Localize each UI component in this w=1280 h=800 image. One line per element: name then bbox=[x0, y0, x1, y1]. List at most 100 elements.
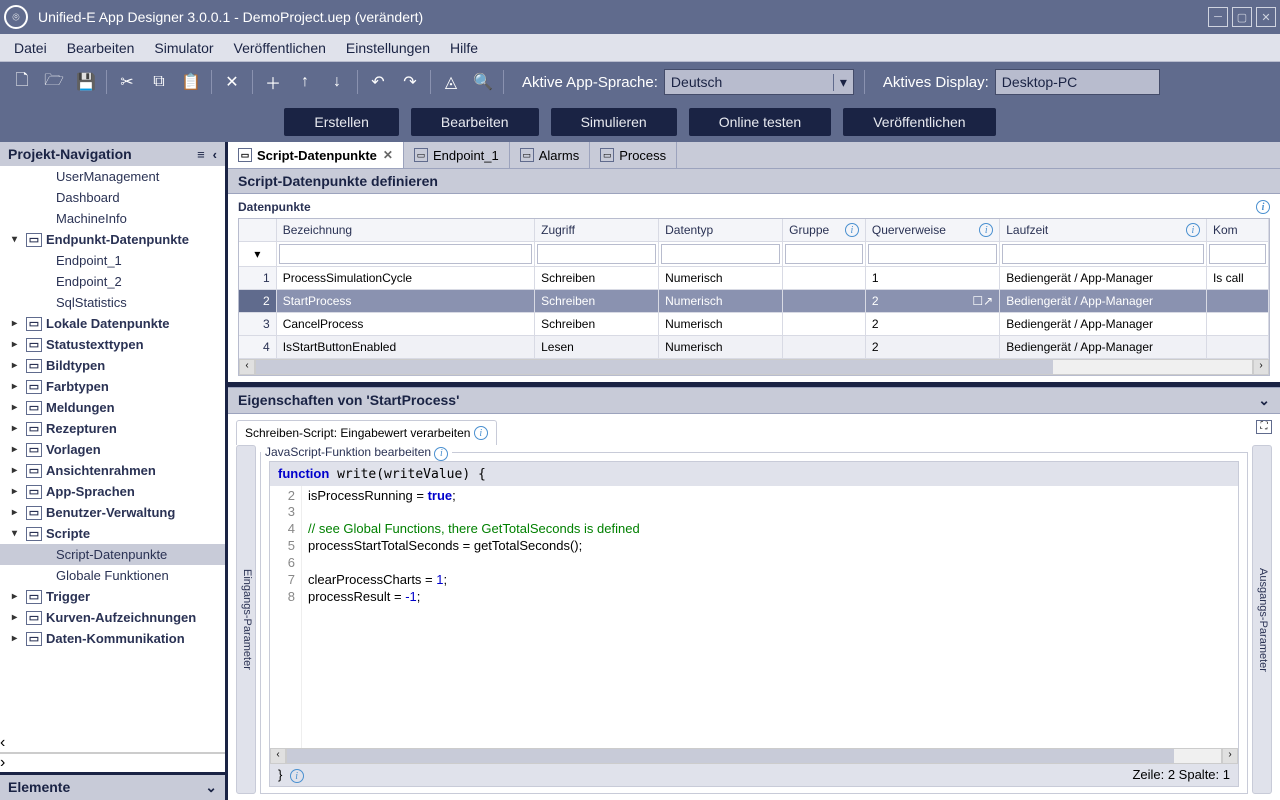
nav-list-icon[interactable]: ≡ bbox=[197, 147, 205, 162]
cursor-status: Zeile: 2 Spalte: 1 bbox=[1132, 767, 1230, 784]
code-editor[interactable]: function write(writeValue) { 2345678 isP… bbox=[269, 461, 1239, 788]
nav-item[interactable]: ▸▭Lokale Datenpunkte bbox=[0, 313, 225, 334]
table-row[interactable]: 1ProcessSimulationCycleSchreibenNumerisc… bbox=[239, 267, 1269, 290]
nav-tree[interactable]: UserManagementDashboardMachineInfo▾▭Endp… bbox=[0, 166, 225, 734]
editor-legend: JavaScript-Funktion bearbeiten bbox=[265, 445, 431, 459]
new-file-icon[interactable]: 🗋 bbox=[6, 67, 38, 97]
nav-item[interactable]: Globale Funktionen bbox=[0, 565, 225, 586]
nav-item[interactable]: Endpoint_1 bbox=[0, 250, 225, 271]
info-icon[interactable]: i bbox=[434, 447, 448, 461]
chevron-down-icon[interactable]: ⌄ bbox=[1258, 392, 1270, 409]
menu-einstellungen[interactable]: Einstellungen bbox=[336, 36, 440, 60]
grid-scrollbar[interactable]: ‹› bbox=[239, 359, 1269, 375]
close-button[interactable]: ✕ bbox=[1256, 7, 1276, 27]
nav-item[interactable]: ▸▭Benutzer-Verwaltung bbox=[0, 502, 225, 523]
create-button[interactable]: Erstellen bbox=[284, 108, 398, 136]
filter-input[interactable] bbox=[1002, 244, 1204, 264]
nav-item[interactable]: ▸▭Farbtypen bbox=[0, 376, 225, 397]
nav-item[interactable]: ▸▭Rezepturen bbox=[0, 418, 225, 439]
filter-input[interactable] bbox=[868, 244, 997, 264]
expand-icon[interactable]: ⛶ bbox=[1256, 420, 1272, 434]
content-area: ▭Script-Datenpunkte✕▭Endpoint_1▭Alarms▭P… bbox=[228, 142, 1280, 800]
nav-item[interactable]: Dashboard bbox=[0, 187, 225, 208]
tab-process[interactable]: ▭Process bbox=[590, 142, 677, 168]
publish-button[interactable]: Veröffentlichen bbox=[843, 108, 995, 136]
table-row[interactable]: 3CancelProcessSchreibenNumerisch2Bedieng… bbox=[239, 313, 1269, 336]
nav-item[interactable]: ▸▭App-Sprachen bbox=[0, 481, 225, 502]
minimize-button[interactable]: ─ bbox=[1208, 7, 1228, 27]
nav-item[interactable]: ▸▭Ansichtenrahmen bbox=[0, 460, 225, 481]
nav-item[interactable]: ▾▭Endpunkt-Datenpunkte bbox=[0, 229, 225, 250]
language-select[interactable]: Deutsch▾ bbox=[664, 69, 854, 95]
table-row[interactable]: 2StartProcessSchreibenNumerisch2 ☐↗Bedie… bbox=[239, 290, 1269, 313]
copy-icon[interactable]: ⧉ bbox=[143, 67, 175, 97]
nav-item[interactable]: ▸▭Statustexttypen bbox=[0, 334, 225, 355]
simulate-button[interactable]: Simulieren bbox=[551, 108, 677, 136]
maximize-button[interactable]: ▢ bbox=[1232, 7, 1252, 27]
filter-input[interactable] bbox=[785, 244, 863, 264]
online-test-button[interactable]: Online testen bbox=[689, 108, 832, 136]
panel-title: Script-Datenpunkte definieren bbox=[228, 168, 1280, 194]
nav-item[interactable]: UserManagement bbox=[0, 166, 225, 187]
tab-endpoint-1[interactable]: ▭Endpoint_1 bbox=[404, 142, 510, 168]
editor-scrollbar[interactable]: ‹› bbox=[270, 748, 1238, 764]
search-icon[interactable]: 🔍 bbox=[467, 67, 499, 97]
nav-item[interactable]: ▸▭Meldungen bbox=[0, 397, 225, 418]
nav-scrollbar[interactable]: ‹› bbox=[0, 734, 225, 772]
title-bar: ⌾ Unified-E App Designer 3.0.0.1 - DemoP… bbox=[0, 0, 1280, 34]
menu-hilfe[interactable]: Hilfe bbox=[440, 36, 488, 60]
datapoints-label: Datenpunkte bbox=[238, 200, 311, 214]
nav-item[interactable]: ▸▭Vorlagen bbox=[0, 439, 225, 460]
filter-input[interactable] bbox=[279, 244, 532, 264]
add-icon[interactable]: ＋ bbox=[257, 67, 289, 97]
action-bar: Erstellen Bearbeiten Simulieren Online t… bbox=[0, 102, 1280, 142]
open-file-icon[interactable]: 🗁 bbox=[38, 67, 70, 97]
nav-item[interactable]: Script-Datenpunkte bbox=[0, 544, 225, 565]
cut-icon[interactable]: ✂ bbox=[111, 67, 143, 97]
nav-item[interactable]: Endpoint_2 bbox=[0, 271, 225, 292]
nav-item[interactable]: MachineInfo bbox=[0, 208, 225, 229]
nav-item[interactable]: ▾▭Scripte bbox=[0, 523, 225, 544]
elements-panel-header[interactable]: Elemente⌄ bbox=[0, 772, 225, 800]
write-script-tab[interactable]: Schreiben-Script: Eingabewert verarbeite… bbox=[236, 420, 497, 445]
redo-icon[interactable]: ↷ bbox=[394, 67, 426, 97]
app-logo-icon: ⌾ bbox=[4, 5, 28, 29]
language-label: Aktive App-Sprache: bbox=[522, 74, 658, 91]
table-row[interactable]: 4IsStartButtonEnabledLesenNumerisch2Bedi… bbox=[239, 336, 1269, 359]
compass-icon[interactable]: ◬ bbox=[435, 67, 467, 97]
menu-veröffentlichen[interactable]: Veröffentlichen bbox=[224, 36, 336, 60]
menu-simulator[interactable]: Simulator bbox=[144, 36, 223, 60]
output-params-pill[interactable]: Ausgangs-Parameter bbox=[1252, 445, 1272, 794]
filter-input[interactable] bbox=[1209, 244, 1266, 264]
delete-icon[interactable]: ✕ bbox=[216, 67, 248, 97]
menu-datei[interactable]: Datei bbox=[4, 36, 57, 60]
window-title: Unified-E App Designer 3.0.0.1 - DemoPro… bbox=[38, 9, 1204, 25]
filter-input[interactable] bbox=[661, 244, 780, 264]
nav-item[interactable]: ▸▭Kurven-Aufzeichnungen bbox=[0, 607, 225, 628]
toolbar: 🗋 🗁 💾 ✂ ⧉ 📋 ✕ ＋ ↑ ↓ ↶ ↷ ◬ 🔍 Aktive App-S… bbox=[0, 62, 1280, 102]
tab-alarms[interactable]: ▭Alarms bbox=[510, 142, 590, 168]
down-arrow-icon[interactable]: ↓ bbox=[321, 67, 353, 97]
display-select[interactable]: Desktop-PC bbox=[995, 69, 1160, 95]
datapoints-panel: Datenpunkte i BezeichnungZugriffDatentyp… bbox=[228, 194, 1280, 382]
tab-script-datenpunkte[interactable]: ▭Script-Datenpunkte✕ bbox=[228, 142, 404, 168]
info-icon[interactable]: i bbox=[290, 769, 304, 783]
datapoints-grid[interactable]: BezeichnungZugriffDatentypGruppe iQuerve… bbox=[239, 219, 1269, 359]
nav-item[interactable]: ▸▭Trigger bbox=[0, 586, 225, 607]
undo-icon[interactable]: ↶ bbox=[362, 67, 394, 97]
nav-item[interactable]: ▸▭Daten-Kommunikation bbox=[0, 628, 225, 649]
paste-icon[interactable]: 📋 bbox=[175, 67, 207, 97]
input-params-pill[interactable]: Eingangs-Parameter bbox=[236, 445, 256, 794]
info-icon[interactable]: i bbox=[474, 426, 488, 440]
menu-bearbeiten[interactable]: Bearbeiten bbox=[57, 36, 145, 60]
edit-button[interactable]: Bearbeiten bbox=[411, 108, 539, 136]
document-tabs: ▭Script-Datenpunkte✕▭Endpoint_1▭Alarms▭P… bbox=[228, 142, 1280, 168]
filter-input[interactable] bbox=[537, 244, 656, 264]
nav-item[interactable]: ▸▭Bildtypen bbox=[0, 355, 225, 376]
close-icon[interactable]: ✕ bbox=[383, 148, 393, 162]
info-icon[interactable]: i bbox=[1256, 200, 1270, 214]
save-icon[interactable]: 💾 bbox=[70, 67, 102, 97]
up-arrow-icon[interactable]: ↑ bbox=[289, 67, 321, 97]
nav-item[interactable]: SqlStatistics bbox=[0, 292, 225, 313]
nav-collapse-icon[interactable]: ‹ bbox=[213, 147, 217, 162]
